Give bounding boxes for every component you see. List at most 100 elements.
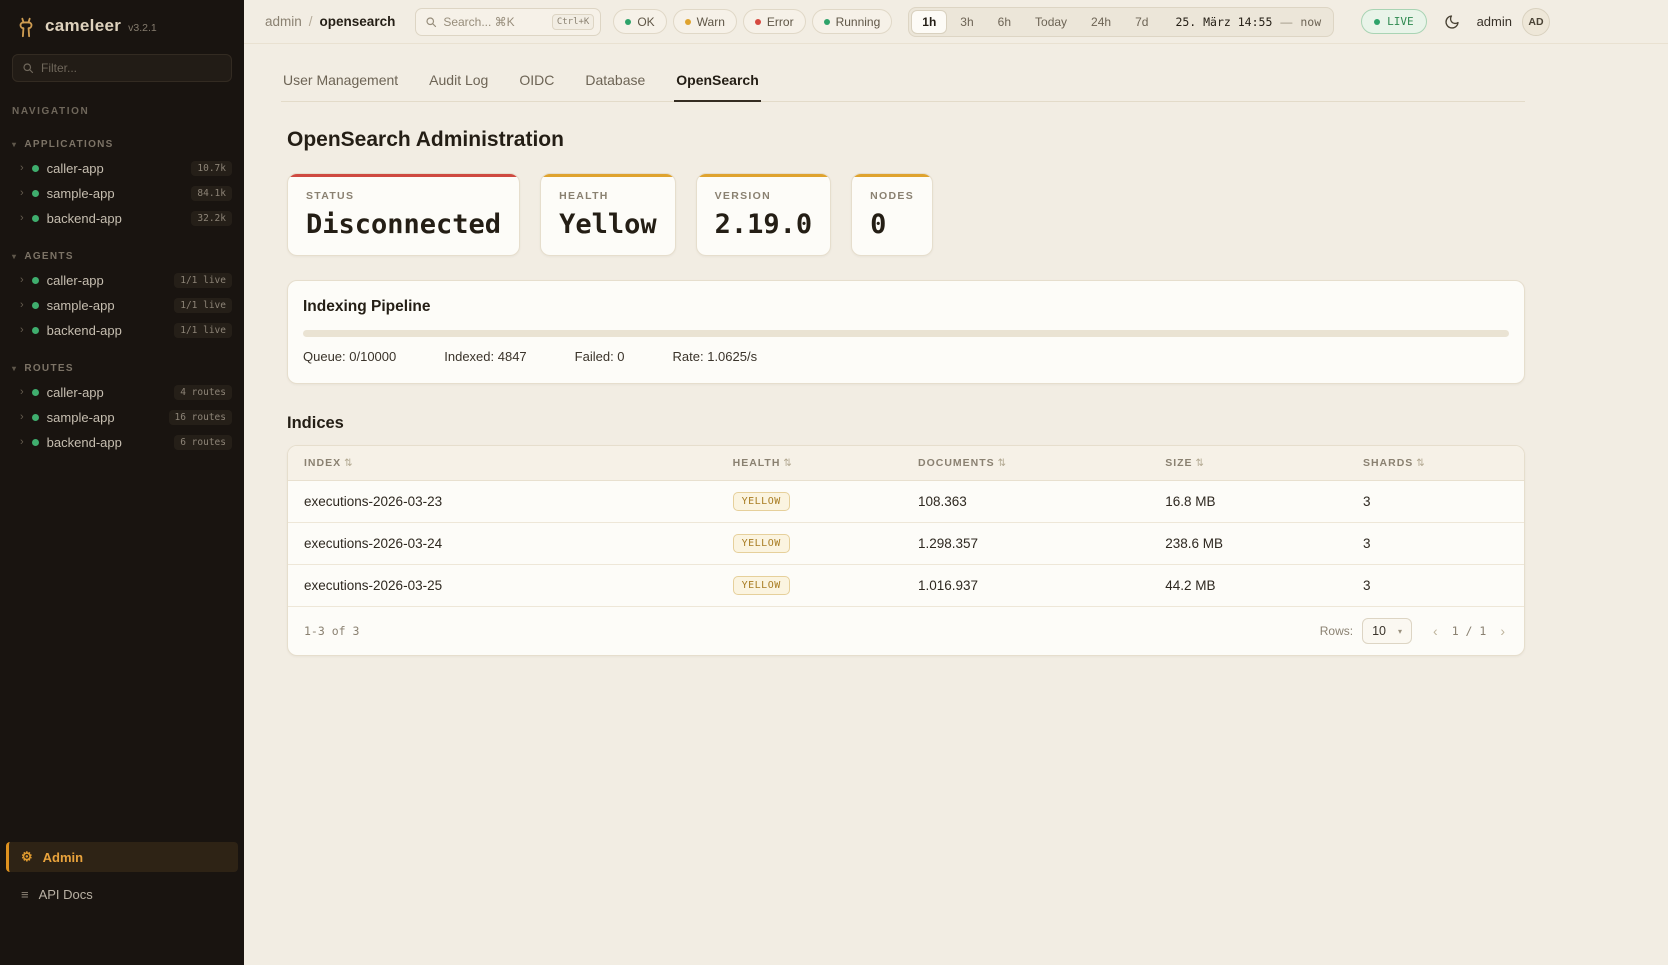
status-dot [32,327,39,334]
prev-page-button[interactable]: ‹ [1428,623,1443,639]
pipeline-progress-bar [303,330,1509,337]
filter-chip-error[interactable]: Error [743,9,806,34]
stat-value: Yellow [559,209,657,240]
tab-opensearch[interactable]: OpenSearch [674,64,760,102]
filter-chip-running[interactable]: Running [812,9,893,34]
stat-card-status: STATUS Disconnected [287,173,520,256]
status-filter-group: OK Warn Error Running [613,9,892,34]
sidebar-item-sample-app[interactable]: › sample-app 84.1k [0,181,244,206]
health-badge: YELLOW [733,576,790,595]
health-badge: YELLOW [733,492,790,511]
filter-input[interactable] [41,61,222,75]
dark-mode-toggle[interactable] [1437,7,1467,37]
cell-documents: 108.363 [906,481,1153,523]
column-header-index[interactable]: INDEX⇅ [288,446,721,481]
warn-status-dot [685,19,691,25]
sidebar-item-label: sample-app [47,186,184,201]
chip-label: Warn [697,15,725,29]
chevron-right-icon: › [20,412,24,423]
column-header-size[interactable]: SIZE⇅ [1153,446,1351,481]
time-range-6h[interactable]: 6h [987,10,1022,34]
page-indicator: 1 / 1 [1452,624,1487,638]
chevron-down-icon: ▾ [12,140,17,149]
section-header-routes[interactable]: ▾ ROUTES [0,359,244,380]
table-footer: 1-3 of 3 Rows: 10 ▾ ‹ 1 / 1 › [288,607,1524,655]
sidebar-item-caller-app[interactable]: › caller-app 10.7k [0,156,244,181]
sidebar-item-label: sample-app [47,298,167,313]
time-range-1h[interactable]: 1h [911,10,947,34]
sidebar: cameleer v3.2.1 NAVIGATION ▾ APPLICATION… [0,0,244,965]
status-dot [32,165,39,172]
sidebar-item-backend-app[interactable]: › backend-app 32.2k [0,206,244,231]
time-range-end[interactable]: now [1300,15,1321,29]
sidebar-item-badge: 6 routes [174,435,232,450]
table-row[interactable]: executions-2026-03-24 YELLOW 1.298.357 2… [288,523,1524,565]
column-header-documents[interactable]: DOCUMENTS⇅ [906,446,1153,481]
sidebar-item-caller-app-routes[interactable]: › caller-app 4 routes [0,380,244,405]
cell-size: 238.6 MB [1153,523,1351,565]
cell-health: YELLOW [721,523,906,565]
filter-chip-ok[interactable]: OK [613,9,666,34]
breadcrumb-root[interactable]: admin [265,14,302,29]
cell-size: 16.8 MB [1153,481,1351,523]
table-row[interactable]: executions-2026-03-25 YELLOW 1.016.937 4… [288,565,1524,607]
breadcrumb-current: opensearch [320,14,396,29]
content: User Management Audit Log OIDC Database … [244,44,1668,965]
table-header-row: INDEX⇅ HEALTH⇅ DOCUMENTS⇅ SIZE⇅ SHARDS⇅ [288,446,1524,481]
search-icon [425,16,437,28]
tab-oidc[interactable]: OIDC [517,64,556,102]
time-range-7d[interactable]: 7d [1124,10,1159,34]
navigation-label: NAVIGATION [0,94,244,119]
sidebar-filter[interactable] [12,54,232,82]
chevron-down-icon: ▾ [1398,627,1402,636]
time-range-3h[interactable]: 3h [949,10,984,34]
search-input[interactable] [443,15,545,29]
tab-user-management[interactable]: User Management [281,64,400,102]
sidebar-item-admin[interactable]: ⚙ Admin [6,842,238,872]
pipeline-failed: Failed: 0 [575,349,625,364]
running-status-dot [824,19,830,25]
sidebar-item-sample-app-agent[interactable]: › sample-app 1/1 live [0,293,244,318]
live-label: LIVE [1387,15,1414,28]
section-header-applications[interactable]: ▾ APPLICATIONS [0,135,244,156]
opensearch-panel: OpenSearch Administration STATUS Disconn… [287,128,1668,656]
indexing-pipeline-card: Indexing Pipeline Queue: 0/10000 Indexed… [287,280,1525,384]
table-row[interactable]: executions-2026-03-23 YELLOW 108.363 16.… [288,481,1524,523]
column-header-shards[interactable]: SHARDS⇅ [1351,446,1524,481]
main-area: admin / opensearch Ctrl+K OK Warn [244,0,1668,965]
document-list-icon: ≡ [21,887,29,902]
sidebar-item-caller-app-agent[interactable]: › caller-app 1/1 live [0,268,244,293]
tab-audit-log[interactable]: Audit Log [427,64,490,102]
column-header-health[interactable]: HEALTH⇅ [721,446,906,481]
cell-health: YELLOW [721,481,906,523]
sidebar-item-api-docs[interactable]: ≡ API Docs [6,880,238,909]
gear-icon: ⚙ [21,849,33,865]
breadcrumb: admin / opensearch [265,14,395,29]
time-range-today[interactable]: Today [1024,10,1078,34]
sidebar-item-backend-app-routes[interactable]: › backend-app 6 routes [0,430,244,455]
sidebar-item-badge: 10.7k [191,161,232,176]
global-search[interactable]: Ctrl+K [415,8,601,36]
pipeline-title: Indexing Pipeline [303,298,1509,316]
cell-size: 44.2 MB [1153,565,1351,607]
sidebar-item-badge: 1/1 live [174,323,232,338]
sidebar-item-label: backend-app [47,435,167,450]
cell-shards: 3 [1351,481,1524,523]
filter-chip-warn[interactable]: Warn [673,9,737,34]
next-page-button[interactable]: › [1495,623,1510,639]
cell-health: YELLOW [721,565,906,607]
stat-label: HEALTH [559,190,657,202]
time-range-24h[interactable]: 24h [1080,10,1122,34]
sidebar-item-sample-app-routes[interactable]: › sample-app 16 routes [0,405,244,430]
live-indicator[interactable]: LIVE [1361,9,1427,34]
avatar[interactable]: AD [1522,8,1550,36]
time-range-start[interactable]: 25. März 14:55 [1175,15,1272,29]
sidebar-item-backend-app-agent[interactable]: › backend-app 1/1 live [0,318,244,343]
tab-database[interactable]: Database [583,64,647,102]
time-range-separator: — [1280,15,1292,29]
sort-icon: ⇅ [998,458,1007,469]
section-header-agents[interactable]: ▾ AGENTS [0,247,244,268]
rows-per-page-select[interactable]: 10 ▾ [1362,618,1412,644]
cell-documents: 1.016.937 [906,565,1153,607]
shortcut-badge: Ctrl+K [552,14,595,30]
